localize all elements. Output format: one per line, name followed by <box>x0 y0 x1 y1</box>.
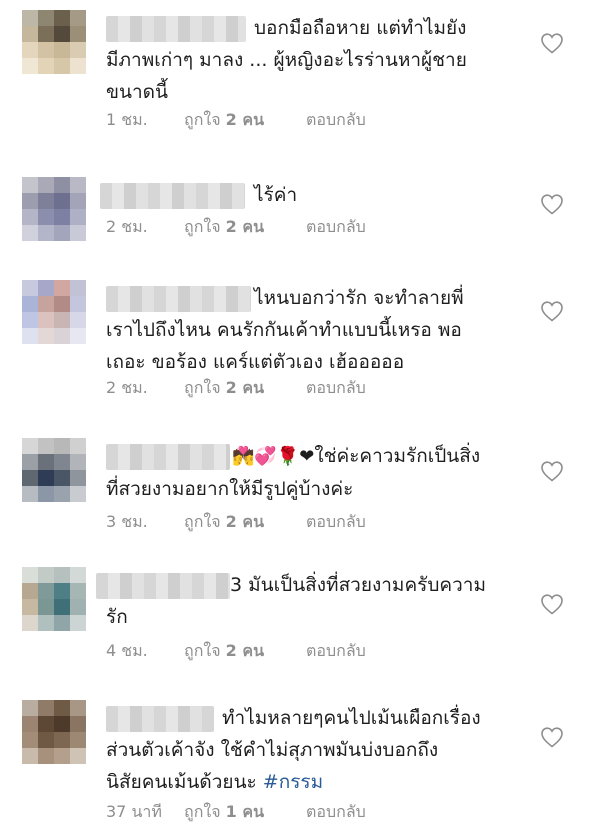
comment-meta: 2 ชม. ถูกใจ 2 คน ตอบกลับ <box>106 215 366 240</box>
comment-meta: 37 นาที ถูกใจ 1 คน ตอบกลับ <box>106 800 366 825</box>
comment-text: ทำไมหลายๆคนไปเม้นเผือกเรื่อง ส่วนตัวเค้า… <box>106 707 481 793</box>
heart-outline-icon[interactable] <box>540 593 564 615</box>
comment-text: ไหนบอกว่ารัก จะทำลายพี่ เราไปถึงไหน คนรั… <box>106 287 464 373</box>
likes-count[interactable]: ถูกใจ 2 คน <box>184 108 306 133</box>
avatar[interactable] <box>22 567 86 631</box>
comment-text: 3 มันเป็นสิ่งที่สวยงามครับความ รัก <box>106 574 486 628</box>
comment-meta: 3 ชม. ถูกใจ 2 คน ตอบกลับ <box>106 510 366 535</box>
likes-count[interactable]: ถูกใจ 2 คน <box>184 639 306 664</box>
emoji-group: 💏💞🌹❤ <box>232 446 315 467</box>
comment-meta: 4 ชม. ถูกใจ 2 คน ตอบกลับ <box>106 639 366 664</box>
reply-button[interactable]: ตอบกลับ <box>306 800 366 825</box>
avatar[interactable] <box>22 280 86 344</box>
likes-count[interactable]: ถูกใจ 2 คน <box>184 510 306 535</box>
reply-button[interactable]: ตอบกลับ <box>306 376 366 401</box>
avatar[interactable] <box>22 438 86 502</box>
heart-outline-icon[interactable] <box>540 460 564 482</box>
comment-time: 37 นาที <box>106 802 162 821</box>
avatar[interactable] <box>22 700 86 764</box>
reply-button[interactable]: ตอบกลับ <box>306 639 366 664</box>
reply-button[interactable]: ตอบกลับ <box>306 510 366 535</box>
avatar[interactable] <box>22 10 86 74</box>
hashtag-link[interactable]: #กรรม <box>263 771 323 793</box>
heart-outline-icon[interactable] <box>540 32 564 54</box>
comment-time: 1 ชม. <box>106 110 148 129</box>
likes-count[interactable]: ถูกใจ 2 คน <box>184 215 306 240</box>
comment-time: 3 ชม. <box>106 512 148 531</box>
reply-button[interactable]: ตอบกลับ <box>306 215 366 240</box>
comment-text: บอกมือถือหาย แต่ทำไมยัง มีภาพเก่าๆ มาลง … <box>106 17 467 103</box>
heart-outline-icon[interactable] <box>540 300 564 322</box>
comment-time: 2 ชม. <box>106 217 148 236</box>
likes-count[interactable]: ถูกใจ 1 คน <box>184 800 306 825</box>
comment-time: 4 ชม. <box>106 641 148 660</box>
comment-time: 2 ชม. <box>106 378 148 397</box>
comment-text: ไร้ค่า <box>254 184 298 206</box>
comment-text: 💏💞🌹❤ใช่ค่ะคาวมรักเป็นสิ่ง ที่สวยงามอยากใ… <box>106 445 481 500</box>
reply-button[interactable]: ตอบกลับ <box>306 108 366 133</box>
avatar[interactable] <box>22 177 86 241</box>
heart-outline-icon[interactable] <box>540 726 564 748</box>
comment-meta: 2 ชม. ถูกใจ 2 คน ตอบกลับ <box>106 376 366 401</box>
comment-meta: 1 ชม. ถูกใจ 2 คน ตอบกลับ <box>106 108 366 133</box>
likes-count[interactable]: ถูกใจ 2 คน <box>184 376 306 401</box>
heart-outline-icon[interactable] <box>540 193 564 215</box>
